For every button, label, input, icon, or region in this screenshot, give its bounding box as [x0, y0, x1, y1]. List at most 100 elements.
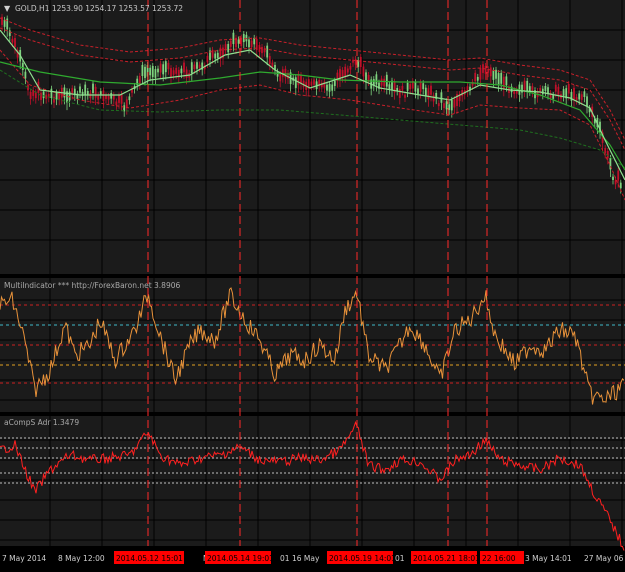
candle-body [32, 89, 35, 96]
panel-separator-1[interactable] [0, 274, 625, 278]
candle-body [216, 52, 219, 58]
candle-body [268, 56, 271, 64]
candle-body [419, 82, 422, 92]
candle-body [45, 94, 48, 99]
candle-body [154, 69, 157, 78]
candle-body [326, 84, 328, 91]
candle-body [354, 58, 357, 65]
candle-body [448, 104, 451, 110]
candle-body [118, 95, 120, 103]
time-axis-label: 2014.05.14 19:01 [207, 554, 274, 563]
candle-body [578, 93, 581, 100]
time-axis-label: 27 May 06 [584, 554, 624, 563]
candle-body [24, 71, 27, 79]
time-axis-label: 2014.05.12 15:01 [116, 554, 183, 563]
candle-body [224, 44, 227, 50]
candle-body [170, 68, 172, 78]
price-panel-title-icon[interactable]: ▼ [4, 4, 11, 13]
candle-body [206, 55, 209, 63]
candle-body [94, 86, 97, 98]
candle-body [331, 84, 334, 91]
candle-body [583, 91, 586, 98]
candle-body [422, 83, 425, 90]
candle-body [417, 88, 419, 95]
candle-body [388, 84, 391, 90]
candle-body [50, 88, 53, 98]
candle-body [71, 88, 74, 95]
candle-body [141, 64, 144, 77]
candle-body [250, 40, 253, 48]
candle-body [237, 39, 240, 44]
candle-body [437, 103, 440, 107]
candle-body [349, 65, 352, 70]
candle-body [185, 69, 188, 78]
candle-body [445, 101, 448, 110]
trading-chart[interactable]: ▼ GOLD,H1 1253.90 1254.17 1253.57 1253.7… [0, 0, 625, 568]
candle-body [575, 97, 578, 101]
candle-body [440, 92, 443, 103]
candle-body [528, 86, 531, 91]
candle-body [495, 69, 497, 79]
candle-body [617, 170, 620, 181]
price-panel-title: GOLD,H1 1253.90 1254.17 1253.57 1253.72 [15, 4, 183, 13]
candle-body [110, 92, 113, 99]
candle-body [128, 96, 131, 101]
candle-body [193, 64, 196, 70]
candle-body [55, 92, 58, 100]
candle-body [271, 62, 274, 68]
candle-body [105, 95, 107, 99]
chart-canvas[interactable]: ▼ GOLD,H1 1253.90 1254.17 1253.57 1253.7… [0, 0, 625, 568]
adx-panel-title: aCompS Adr 1.3479 [4, 418, 79, 427]
candle-body [443, 103, 445, 109]
candle-body [281, 69, 284, 77]
candle-body [214, 53, 217, 59]
candle-body [580, 94, 583, 100]
candle-body [567, 83, 570, 94]
candle-body [253, 37, 256, 45]
panel-separator-2[interactable] [0, 412, 625, 416]
candle-body [310, 81, 313, 86]
candle-body [573, 87, 575, 100]
candle-body [211, 49, 214, 58]
candle-body [541, 88, 544, 95]
candle-body [79, 86, 81, 93]
candle-body [398, 88, 401, 98]
candle-body [401, 85, 404, 91]
candle-body [406, 82, 409, 91]
candle-body [151, 65, 154, 78]
candle-body [149, 67, 152, 76]
candle-body [40, 92, 42, 100]
candle-body [144, 66, 146, 78]
candle-body [242, 34, 245, 43]
candle-body [424, 87, 427, 96]
candle-body [500, 72, 503, 84]
candle-body [474, 72, 477, 82]
candle-body [21, 62, 24, 70]
time-axis-label: 7 May 2014 [2, 554, 46, 563]
candle-body [245, 34, 248, 42]
candle-body [29, 91, 32, 99]
candle-body [84, 84, 87, 96]
candle-body [92, 83, 94, 93]
candle-body [489, 67, 492, 77]
candle-body [619, 182, 622, 189]
candle-body [552, 95, 555, 99]
time-axis-label: 3 May 14:01 [525, 554, 572, 563]
candle-body [102, 90, 105, 101]
candle-body [227, 43, 230, 53]
candle-body [502, 76, 505, 89]
candle-body [367, 74, 370, 81]
candle-body [297, 73, 300, 86]
candle-body [544, 85, 547, 92]
candle-body [476, 76, 479, 81]
candle-body [432, 95, 435, 102]
candle-body [344, 66, 347, 77]
candle-body [125, 99, 128, 109]
candle-body [68, 91, 71, 101]
candle-body [547, 87, 549, 94]
candle-body [53, 96, 55, 103]
candle-body [112, 95, 115, 100]
candle-body [612, 176, 614, 180]
candle-body [562, 89, 565, 96]
candle-body [484, 66, 487, 74]
